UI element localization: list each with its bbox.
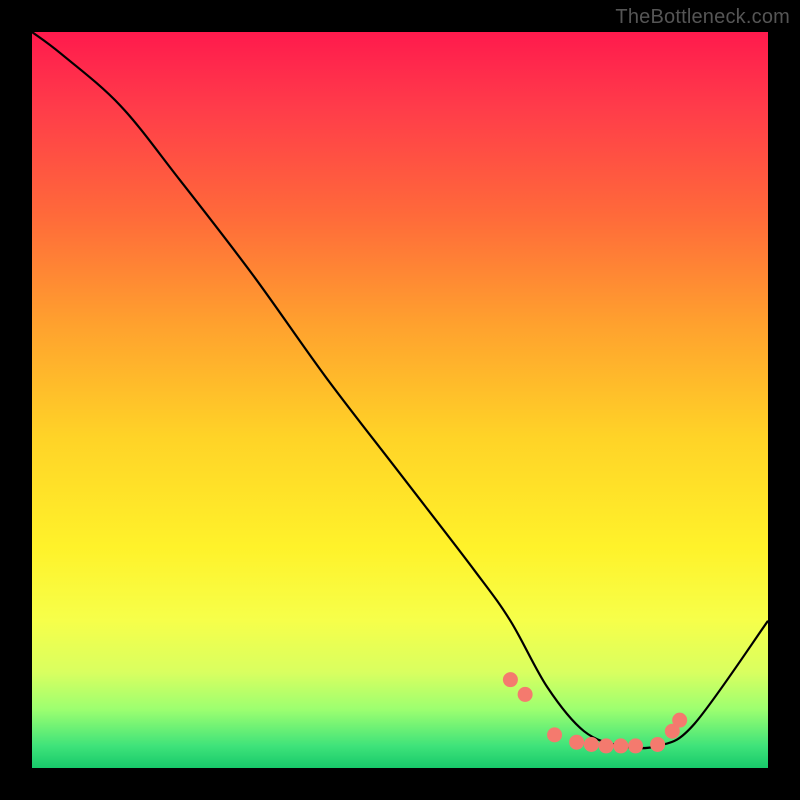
- marker-group: [503, 672, 687, 753]
- chart-svg: [32, 32, 768, 768]
- watermark-text: TheBottleneck.com: [615, 6, 790, 29]
- marker-dot: [628, 738, 643, 753]
- marker-dot: [569, 735, 584, 750]
- marker-dot: [599, 738, 614, 753]
- chart-frame: TheBottleneck.com: [0, 0, 800, 800]
- marker-dot: [672, 713, 687, 728]
- bottleneck-curve: [32, 32, 768, 748]
- marker-dot: [547, 727, 562, 742]
- marker-dot: [584, 737, 599, 752]
- marker-dot: [503, 672, 518, 687]
- marker-dot: [613, 738, 628, 753]
- marker-dot: [518, 687, 533, 702]
- plot-area: [32, 32, 768, 768]
- marker-dot: [650, 737, 665, 752]
